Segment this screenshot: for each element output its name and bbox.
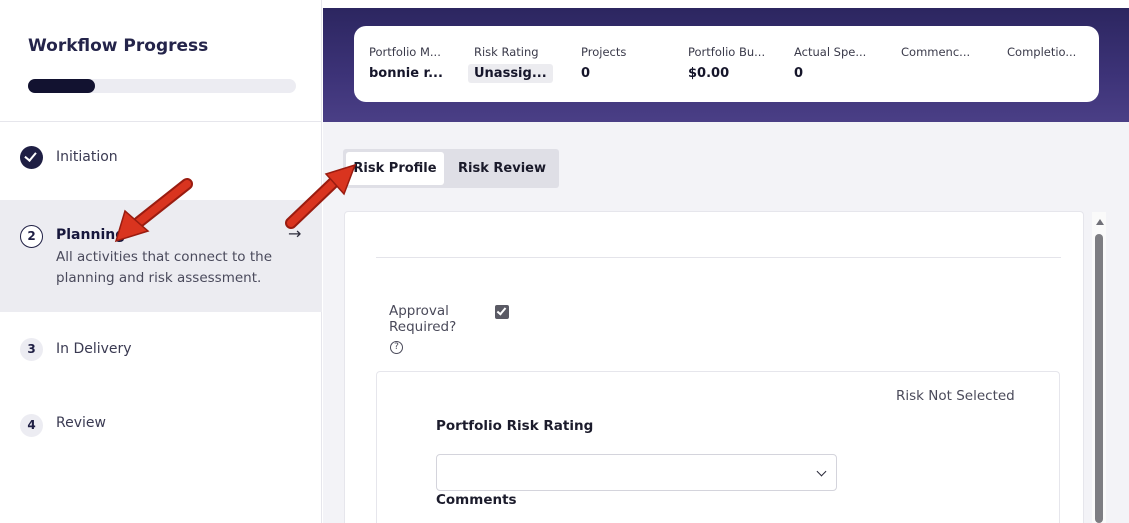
divider	[376, 257, 1061, 258]
workflow-screen: Workflow Progress Initiation 2 Planning …	[0, 0, 1129, 523]
step-review[interactable]: 4 Review	[0, 398, 322, 454]
summary-label: Portfolio Bu...	[688, 45, 766, 59]
summary-label: Projects	[581, 45, 627, 59]
workflow-sidebar: Workflow Progress Initiation 2 Planning …	[0, 0, 322, 523]
summary-label: Commenc...	[901, 45, 971, 59]
comments-label: Comments	[436, 492, 517, 508]
portfolio-summary-card: Portfolio M... bonnie r... Risk Rating U…	[354, 26, 1099, 102]
arrow-right-icon[interactable]: →	[288, 224, 301, 243]
step-label: Review	[56, 415, 106, 431]
summary-label: Completio...	[1007, 45, 1077, 59]
check-icon	[496, 305, 507, 316]
sidebar-header: Workflow Progress	[0, 0, 322, 122]
tab-risk-profile[interactable]: Risk Profile	[346, 152, 444, 185]
step-number: 4	[20, 414, 43, 437]
summary-completion: Completio...	[1007, 45, 1076, 66]
summary-portfolio-manager: Portfolio M... bonnie r...	[369, 45, 443, 81]
step-initiation[interactable]: Initiation	[0, 132, 322, 192]
risk-tabs: Risk Profile Risk Review	[343, 149, 559, 188]
step-number: 2	[20, 225, 43, 248]
approval-label-line: Approval	[389, 303, 449, 319]
risk-rating-badge: Unassig...	[468, 64, 553, 83]
summary-label: Portfolio M...	[369, 45, 441, 59]
step-in-delivery[interactable]: 3 In Delivery	[0, 322, 322, 378]
summary-portfolio-budget: Portfolio Bu... $0.00	[688, 45, 765, 81]
step-description: All activities that connect to the plann…	[56, 249, 272, 286]
approval-required-label: Approval Required?	[389, 303, 456, 335]
summary-projects: Projects 0	[581, 45, 626, 81]
approval-required-checkbox[interactable]	[495, 305, 509, 319]
portfolio-risk-rating-select[interactable]	[436, 454, 837, 491]
step-label: Initiation	[56, 149, 118, 165]
step-planning[interactable]: 2 Planning → All activities that connect…	[0, 200, 322, 312]
tab-risk-review[interactable]: Risk Review	[449, 152, 555, 185]
summary-value: $0.00	[688, 66, 730, 81]
chevron-down-icon	[816, 466, 827, 477]
summary-label: Risk Rating	[474, 45, 539, 59]
summary-value: 0	[794, 66, 804, 81]
sidebar-title: Workflow Progress	[28, 36, 209, 56]
step-number: 3	[20, 338, 43, 361]
summary-actual-spend: Actual Spe... 0	[794, 45, 866, 81]
workflow-progress-bar	[28, 79, 296, 93]
scrollbar-thumb[interactable]	[1095, 234, 1103, 523]
workflow-progress-fill	[28, 79, 95, 93]
step-label: In Delivery	[56, 341, 132, 357]
summary-value: 0	[581, 66, 591, 81]
risk-status-text: Risk Not Selected	[896, 388, 1015, 404]
scroll-up-arrow-icon[interactable]	[1096, 219, 1104, 225]
approval-label-line: Required?	[389, 319, 457, 335]
summary-label: Actual Spe...	[794, 45, 867, 59]
step-label: Planning	[56, 227, 126, 243]
summary-commencement: Commenc...	[901, 45, 970, 66]
check-icon	[20, 146, 43, 169]
help-icon[interactable]: ?	[390, 341, 403, 354]
summary-value: bonnie r...	[369, 66, 443, 81]
portfolio-risk-rating-label: Portfolio Risk Rating	[436, 418, 594, 434]
summary-risk-rating: Risk Rating Unassig...	[468, 45, 553, 83]
